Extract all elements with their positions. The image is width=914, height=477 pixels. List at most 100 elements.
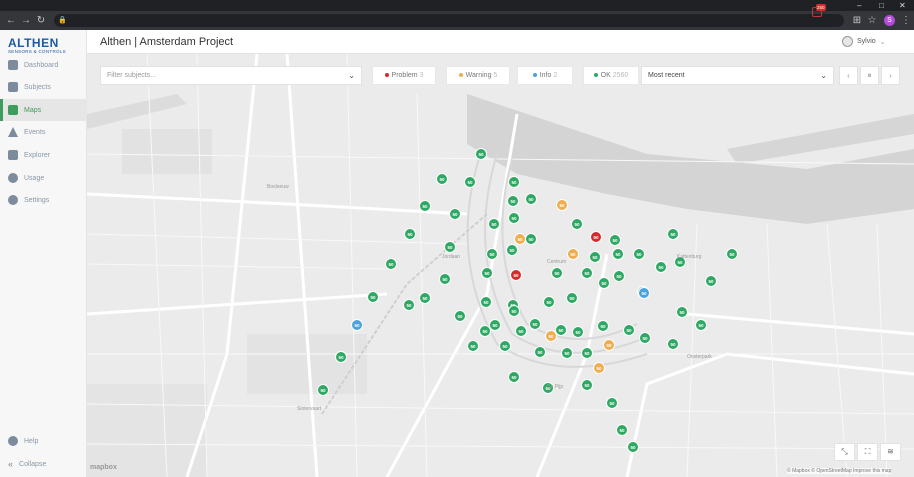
- ok-sensor-marker[interactable]: 50: [508, 305, 520, 317]
- sidebar-item-events[interactable]: Events: [0, 121, 87, 143]
- filter-ok[interactable]: OK 2560: [583, 66, 639, 85]
- ok-sensor-marker[interactable]: 50: [551, 267, 563, 279]
- ok-sensor-marker[interactable]: 50: [480, 296, 492, 308]
- ok-sensor-marker[interactable]: 50: [525, 193, 537, 205]
- sidebar-item-dashboard[interactable]: Dashboard: [0, 54, 87, 76]
- user-menu[interactable]: Sylvio ⌄: [842, 36, 886, 47]
- ok-sensor-marker[interactable]: 50: [488, 218, 500, 230]
- mapbox-logo[interactable]: mapbox: [90, 464, 117, 471]
- warning-sensor-marker[interactable]: 50: [567, 248, 579, 260]
- ok-sensor-marker[interactable]: 50: [385, 258, 397, 270]
- translate-icon[interactable]: ⊞: [851, 11, 863, 30]
- filter-problem[interactable]: Problem 3: [372, 66, 436, 85]
- ok-sensor-marker[interactable]: 50: [404, 228, 416, 240]
- ok-sensor-marker[interactable]: 50: [639, 332, 651, 344]
- ok-sensor-marker[interactable]: 50: [705, 275, 717, 287]
- sidebar-item-settings[interactable]: Settings: [0, 189, 87, 211]
- filter-info[interactable]: Info 2: [517, 66, 573, 85]
- collapse-map-icon[interactable]: ⤡: [834, 443, 855, 461]
- ok-sensor-marker[interactable]: 50: [439, 273, 451, 285]
- ok-sensor-marker[interactable]: 50: [515, 325, 527, 337]
- ok-sensor-marker[interactable]: 50: [667, 338, 679, 350]
- close-icon[interactable]: ✕: [899, 0, 906, 11]
- info-sensor-marker[interactable]: 50: [351, 319, 363, 331]
- ok-sensor-marker[interactable]: 50: [609, 234, 621, 246]
- previous-button[interactable]: ‹: [839, 66, 858, 85]
- fullscreen-icon[interactable]: ⛶: [857, 443, 878, 461]
- ok-sensor-marker[interactable]: 50: [317, 384, 329, 396]
- ok-sensor-marker[interactable]: 50: [726, 248, 738, 260]
- problem-sensor-marker[interactable]: 50: [510, 269, 522, 281]
- ok-sensor-marker[interactable]: 50: [572, 326, 584, 338]
- collapse-button[interactable]: « Collapse: [0, 453, 87, 475]
- ok-sensor-marker[interactable]: 50: [419, 200, 431, 212]
- next-button[interactable]: ›: [881, 66, 900, 85]
- warning-sensor-marker[interactable]: 50: [603, 339, 615, 351]
- ok-sensor-marker[interactable]: 50: [571, 218, 583, 230]
- maximize-icon[interactable]: □: [879, 0, 884, 11]
- sidebar-item-explorer[interactable]: Explorer: [0, 144, 87, 166]
- menu-kebab-icon[interactable]: ⋮: [900, 11, 912, 30]
- ok-sensor-marker[interactable]: 50: [529, 318, 541, 330]
- ok-sensor-marker[interactable]: 50: [499, 340, 511, 352]
- ok-sensor-marker[interactable]: 50: [525, 233, 537, 245]
- filter-warning[interactable]: Warning 5: [446, 66, 510, 85]
- ok-sensor-marker[interactable]: 50: [597, 320, 609, 332]
- ok-sensor-marker[interactable]: 50: [598, 277, 610, 289]
- ok-sensor-marker[interactable]: 50: [508, 212, 520, 224]
- ok-sensor-marker[interactable]: 50: [508, 371, 520, 383]
- ok-sensor-marker[interactable]: 50: [606, 397, 618, 409]
- ok-sensor-marker[interactable]: 50: [335, 351, 347, 363]
- ok-sensor-marker[interactable]: 50: [655, 261, 667, 273]
- sidebar-item-subjects[interactable]: Subjects: [0, 76, 87, 98]
- map-view[interactable]: 50 50 50 50 50 50 50 50 50 50 50 50 50 50 50 50 50 50 50 50…: [87, 54, 914, 477]
- map-canvas[interactable]: 50 50 50 50 50 50 50 50 50 50 50 50 50 50 50 50 50 50 50 50…: [87, 54, 914, 477]
- ok-sensor-marker[interactable]: 50: [506, 244, 518, 256]
- althen-logo[interactable]: ALTHEN SENSORS & CONTROLS: [8, 36, 66, 54]
- ok-sensor-marker[interactable]: 50: [507, 195, 519, 207]
- sort-select[interactable]: Most recent ⌄: [641, 66, 834, 85]
- address-bar[interactable]: 🔒: [54, 14, 844, 27]
- ok-sensor-marker[interactable]: 50: [489, 319, 501, 331]
- minimize-icon[interactable]: –: [857, 0, 861, 11]
- ok-sensor-marker[interactable]: 50: [449, 208, 461, 220]
- ok-sensor-marker[interactable]: 50: [676, 306, 688, 318]
- ok-sensor-marker[interactable]: 50: [436, 173, 448, 185]
- ok-sensor-marker[interactable]: 50: [467, 340, 479, 352]
- map-attribution[interactable]: © Mapbox © OpenStreetMap Improve this ma…: [787, 468, 892, 474]
- bookmark-star-icon[interactable]: ☆: [866, 11, 878, 30]
- subject-filter-select[interactable]: Filter subjects... ⌄: [100, 66, 362, 85]
- warning-sensor-marker[interactable]: 50: [593, 362, 605, 374]
- ok-sensor-marker[interactable]: 50: [403, 299, 415, 311]
- warning-sensor-marker[interactable]: 50: [514, 233, 526, 245]
- ok-sensor-marker[interactable]: 50: [623, 324, 635, 336]
- browser-profile-avatar[interactable]: S: [884, 15, 895, 26]
- forward-icon[interactable]: →: [20, 11, 32, 30]
- ok-sensor-marker[interactable]: 50: [627, 441, 639, 453]
- ok-sensor-marker[interactable]: 50: [612, 248, 624, 260]
- ok-sensor-marker[interactable]: 50: [581, 379, 593, 391]
- ok-sensor-marker[interactable]: 50: [444, 241, 456, 253]
- ok-sensor-marker[interactable]: 50: [454, 310, 466, 322]
- ok-sensor-marker[interactable]: 50: [534, 346, 546, 358]
- ok-sensor-marker[interactable]: 50: [616, 424, 628, 436]
- ok-sensor-marker[interactable]: 50: [561, 347, 573, 359]
- ok-sensor-marker[interactable]: 50: [613, 270, 625, 282]
- ok-sensor-marker[interactable]: 50: [481, 267, 493, 279]
- ok-sensor-marker[interactable]: 50: [633, 248, 645, 260]
- ok-sensor-marker[interactable]: 50: [419, 292, 431, 304]
- ok-sensor-marker[interactable]: 50: [667, 228, 679, 240]
- ok-sensor-marker[interactable]: 50: [508, 176, 520, 188]
- ok-sensor-marker[interactable]: 50: [543, 296, 555, 308]
- sidebar-item-maps[interactable]: Maps: [0, 99, 87, 121]
- reload-icon[interactable]: ↻: [35, 11, 47, 30]
- back-icon[interactable]: ←: [5, 11, 17, 30]
- info-sensor-marker[interactable]: 50: [638, 287, 650, 299]
- warning-sensor-marker[interactable]: 50: [545, 330, 557, 342]
- ok-sensor-marker[interactable]: 50: [581, 347, 593, 359]
- ok-sensor-marker[interactable]: 50: [695, 319, 707, 331]
- ok-sensor-marker[interactable]: 50: [589, 251, 601, 263]
- ok-sensor-marker[interactable]: 50: [581, 267, 593, 279]
- sidebar-item-usage[interactable]: Usage: [0, 167, 87, 189]
- pause-button[interactable]: ⏸: [860, 66, 879, 85]
